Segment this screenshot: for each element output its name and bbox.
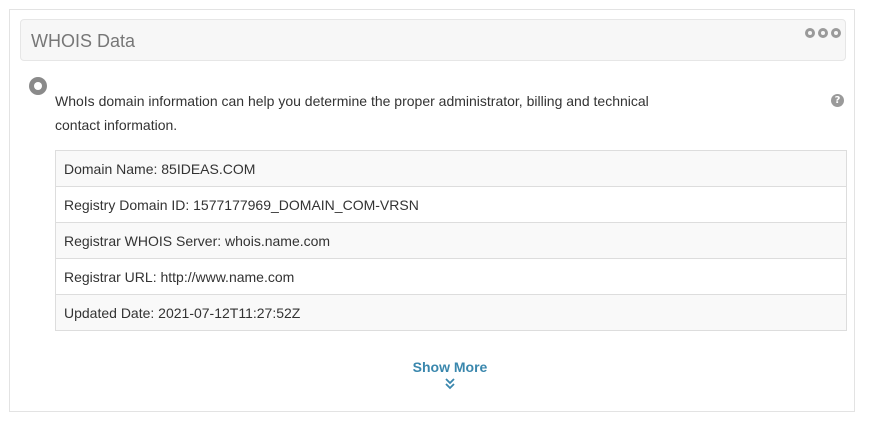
whois-table: Domain Name: 85IDEAS.COM Registry Domain…	[55, 150, 847, 331]
panel-title: WHOIS Data	[31, 31, 136, 51]
table-row: Registrar URL: http://www.name.com	[55, 258, 847, 295]
table-row: Domain Name: 85IDEAS.COM	[55, 150, 847, 187]
info-description: WhoIs domain information can help you de…	[55, 93, 649, 133]
panel-tools[interactable]	[805, 28, 841, 38]
whois-panel: WHOIS Data WhoIs domain information can …	[9, 9, 855, 412]
whois-cell-registrar-whois-server: Registrar WHOIS Server: whois.name.com	[55, 222, 847, 259]
panel-header: WHOIS Data	[20, 19, 846, 61]
gear-icon[interactable]	[818, 28, 828, 38]
table-row: Registrar WHOIS Server: whois.name.com	[55, 222, 847, 259]
whois-cell-registry-domain-id: Registry Domain ID: 1577177969_DOMAIN_CO…	[55, 186, 847, 223]
whois-cell-registrar-url: Registrar URL: http://www.name.com	[55, 258, 847, 295]
gear-icon[interactable]	[805, 28, 815, 38]
question-circle-icon[interactable]: ?	[831, 94, 844, 107]
double-chevron-down-icon[interactable]	[444, 377, 456, 391]
show-more-label[interactable]: Show More	[46, 359, 854, 375]
table-row: Registry Domain ID: 1577177969_DOMAIN_CO…	[55, 186, 847, 223]
table-row: Updated Date: 2021-07-12T11:27:52Z	[55, 294, 847, 331]
gear-icon[interactable]	[831, 28, 841, 38]
radio-bullet-icon	[29, 77, 47, 95]
whois-cell-updated-date: Updated Date: 2021-07-12T11:27:52Z	[55, 294, 847, 331]
whois-cell-domain-name: Domain Name: 85IDEAS.COM	[55, 150, 847, 187]
show-more-button[interactable]: Show More	[10, 359, 854, 391]
